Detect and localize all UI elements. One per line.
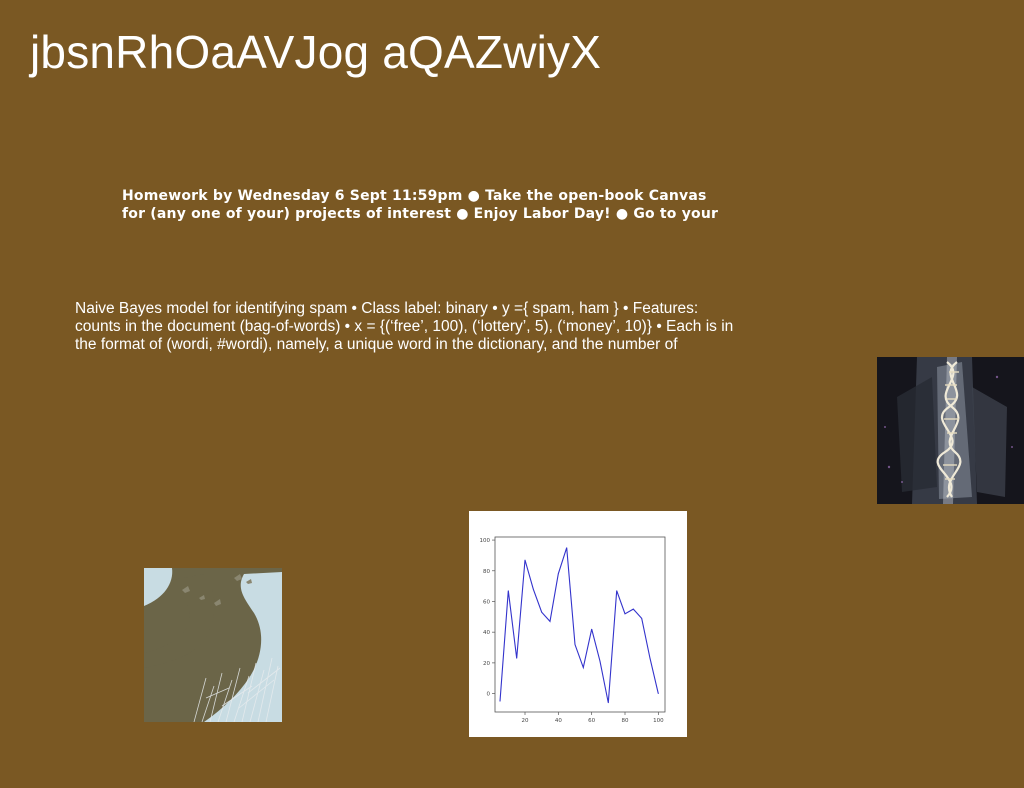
line-chart: 0 20 40 60 80 100 20 40 60 80 100	[480, 536, 666, 724]
y-tick-label: 0	[487, 692, 491, 698]
chart-plot-frame	[494, 536, 666, 713]
chart-data-point	[499, 700, 501, 702]
chart-data-point	[591, 628, 593, 630]
chart-data-point	[624, 613, 626, 615]
chart-data-point	[632, 608, 634, 610]
chart-data-point	[566, 547, 568, 549]
dna-crystal-image	[877, 357, 1024, 504]
chart-data-point	[599, 660, 601, 662]
chart-data-point	[507, 590, 509, 592]
chart-data-point	[516, 657, 518, 659]
chart-data-point	[549, 621, 551, 622]
slide-title: jbsnRhOaAVJog aQAZwiyX	[30, 26, 602, 78]
x-tick-label: 80	[622, 718, 629, 724]
y-tick-label: 80	[483, 569, 490, 575]
y-tick-label: 40	[483, 630, 490, 636]
chart-data-point	[574, 644, 576, 645]
y-tick-label: 60	[483, 599, 490, 605]
x-tick-label: 100	[653, 718, 664, 724]
chart-data-point	[582, 667, 584, 668]
chart-data-point	[557, 573, 559, 575]
bird-silhouette-image	[144, 568, 282, 722]
chart-data-point	[541, 611, 543, 613]
x-tick-label: 20	[522, 718, 529, 724]
chart-data-point	[649, 657, 651, 659]
naive-bayes-text: Naive Bayes model for identifying spam •…	[75, 300, 734, 353]
chart-data-point	[532, 588, 534, 590]
x-tick-label: 60	[588, 718, 595, 724]
homework-announcement: Homework by Wednesday 6 Sept 11:59pm ● T…	[122, 188, 719, 222]
y-tick-label: 20	[483, 661, 490, 667]
chart-data-point	[524, 559, 526, 561]
chart-data-point	[641, 617, 643, 619]
x-tick-label: 40	[555, 718, 562, 724]
chart-data-point	[607, 702, 609, 704]
chart-data-point	[616, 590, 618, 592]
line-chart-image: 0 20 40 60 80 100 20 40 60 80 100	[469, 511, 687, 737]
chart-data-point	[657, 693, 659, 694]
y-tick-label: 100	[480, 538, 491, 544]
chart-series-line	[499, 547, 659, 703]
